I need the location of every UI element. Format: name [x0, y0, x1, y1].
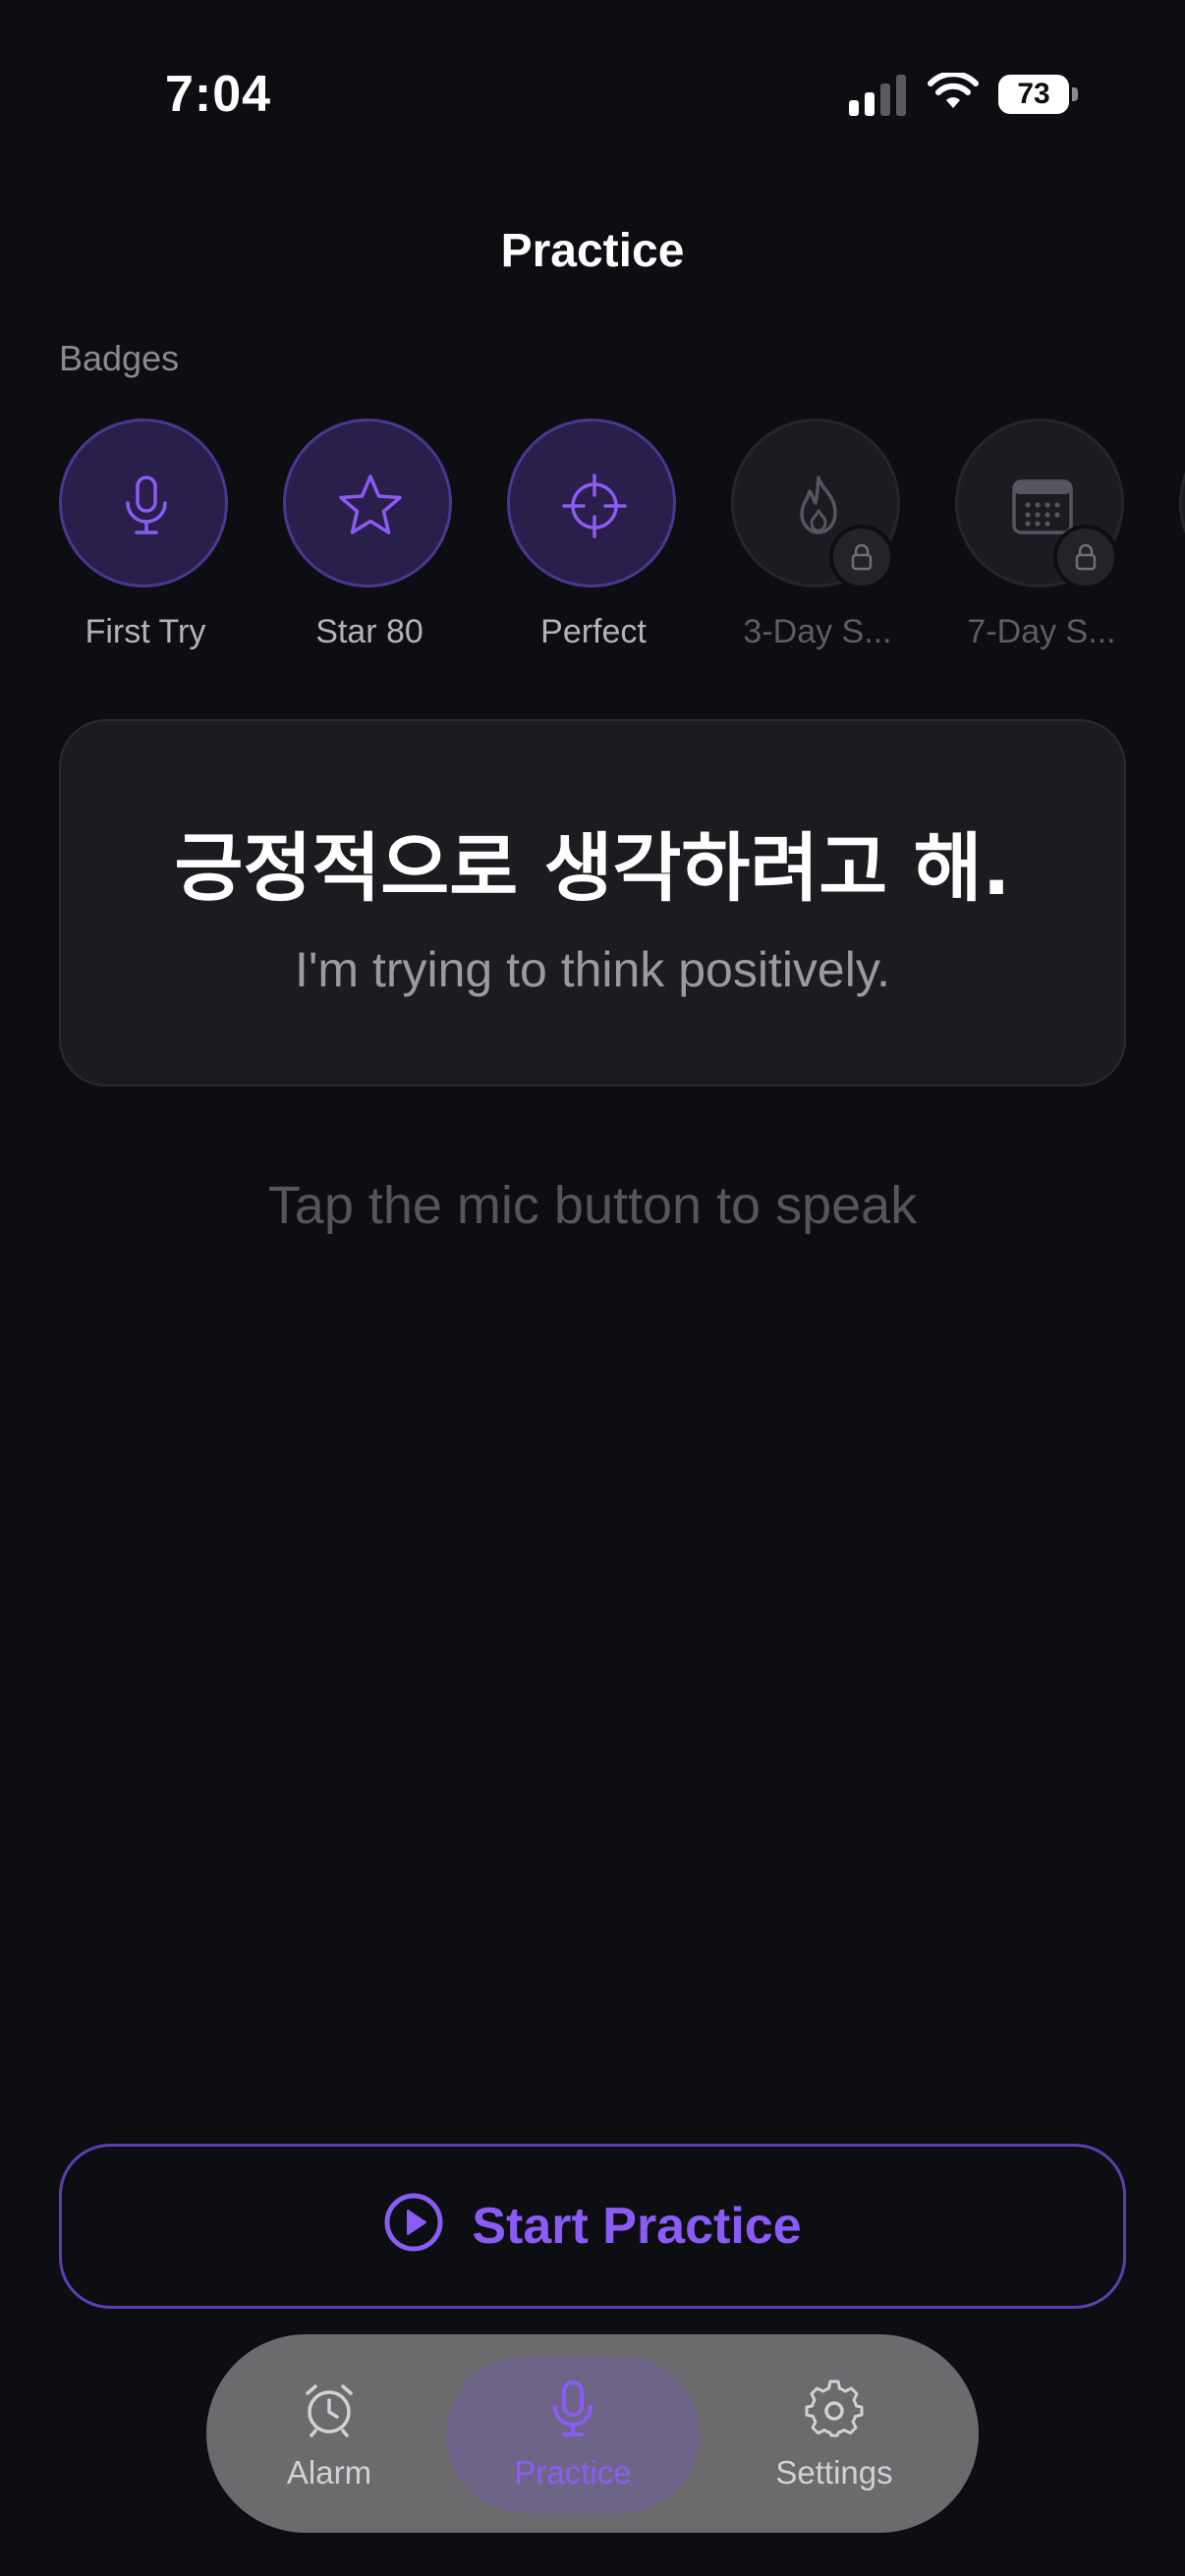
tab-label: Practice [514, 2454, 632, 2491]
phrase-korean: 긍정적으로 생각하려고 해. [174, 824, 1011, 912]
badge-3-day-streak[interactable]: 3-Day S... [705, 417, 930, 662]
badge-perfect[interactable]: Perfect [481, 417, 705, 662]
microphone-icon [62, 421, 231, 590]
phrase-english-translation: I'm trying to think positively. [294, 942, 891, 997]
lock-icon [1053, 525, 1118, 589]
microphone-icon [553, 2380, 592, 2436]
badge-label: 3-Day S... [743, 613, 892, 650]
page-title: Practice [500, 225, 685, 277]
badge-first-try[interactable]: First Try [33, 417, 257, 662]
tab-label: Alarm [286, 2454, 372, 2491]
tab-bar: Alarm Practice Settings [206, 2334, 979, 2533]
phrase-card: 긍정적으로 생각하려고 해. I'm trying to think posit… [59, 719, 1126, 1087]
badges-section-label: Badges [59, 338, 180, 378]
status-bar: 7:04 73 [0, 0, 1185, 187]
battery-indicator: 73 [998, 75, 1078, 114]
badge-next-partial[interactable] [1154, 417, 1185, 662]
battery-level: 73 [1017, 78, 1050, 110]
badges-row[interactable]: First Try Star 80 Perfect 3-Day S... 7-D… [0, 417, 1185, 672]
tab-label: Settings [775, 2454, 893, 2491]
badge-label: First Try [85, 613, 206, 650]
star-icon [286, 421, 455, 590]
badge-7-day-streak[interactable]: 7-Day S... [930, 417, 1154, 662]
cellular-signal-icon [849, 75, 906, 116]
badge-label: 7-Day S... [967, 613, 1116, 650]
crosshair-icon [510, 421, 679, 590]
speak-hint: Tap the mic button to speak [267, 1176, 918, 1235]
badge-label: Star 80 [315, 613, 423, 650]
play-circle-icon [384, 2193, 443, 2252]
tab-practice[interactable]: Practice [450, 2334, 696, 2533]
badge-star-80[interactable]: Star 80 [257, 417, 481, 662]
start-practice-button[interactable]: Start Practice [59, 2144, 1126, 2309]
badge-label: Perfect [540, 613, 647, 650]
status-time: 7:04 [165, 66, 272, 123]
tab-alarm[interactable]: Alarm [206, 2334, 452, 2533]
wifi-icon [928, 73, 979, 108]
tab-settings[interactable]: Settings [711, 2334, 957, 2533]
start-practice-label: Start Practice [472, 2198, 802, 2255]
alarm-clock-icon [306, 2384, 353, 2437]
gear-icon [805, 2380, 864, 2437]
lock-icon [829, 525, 894, 589]
